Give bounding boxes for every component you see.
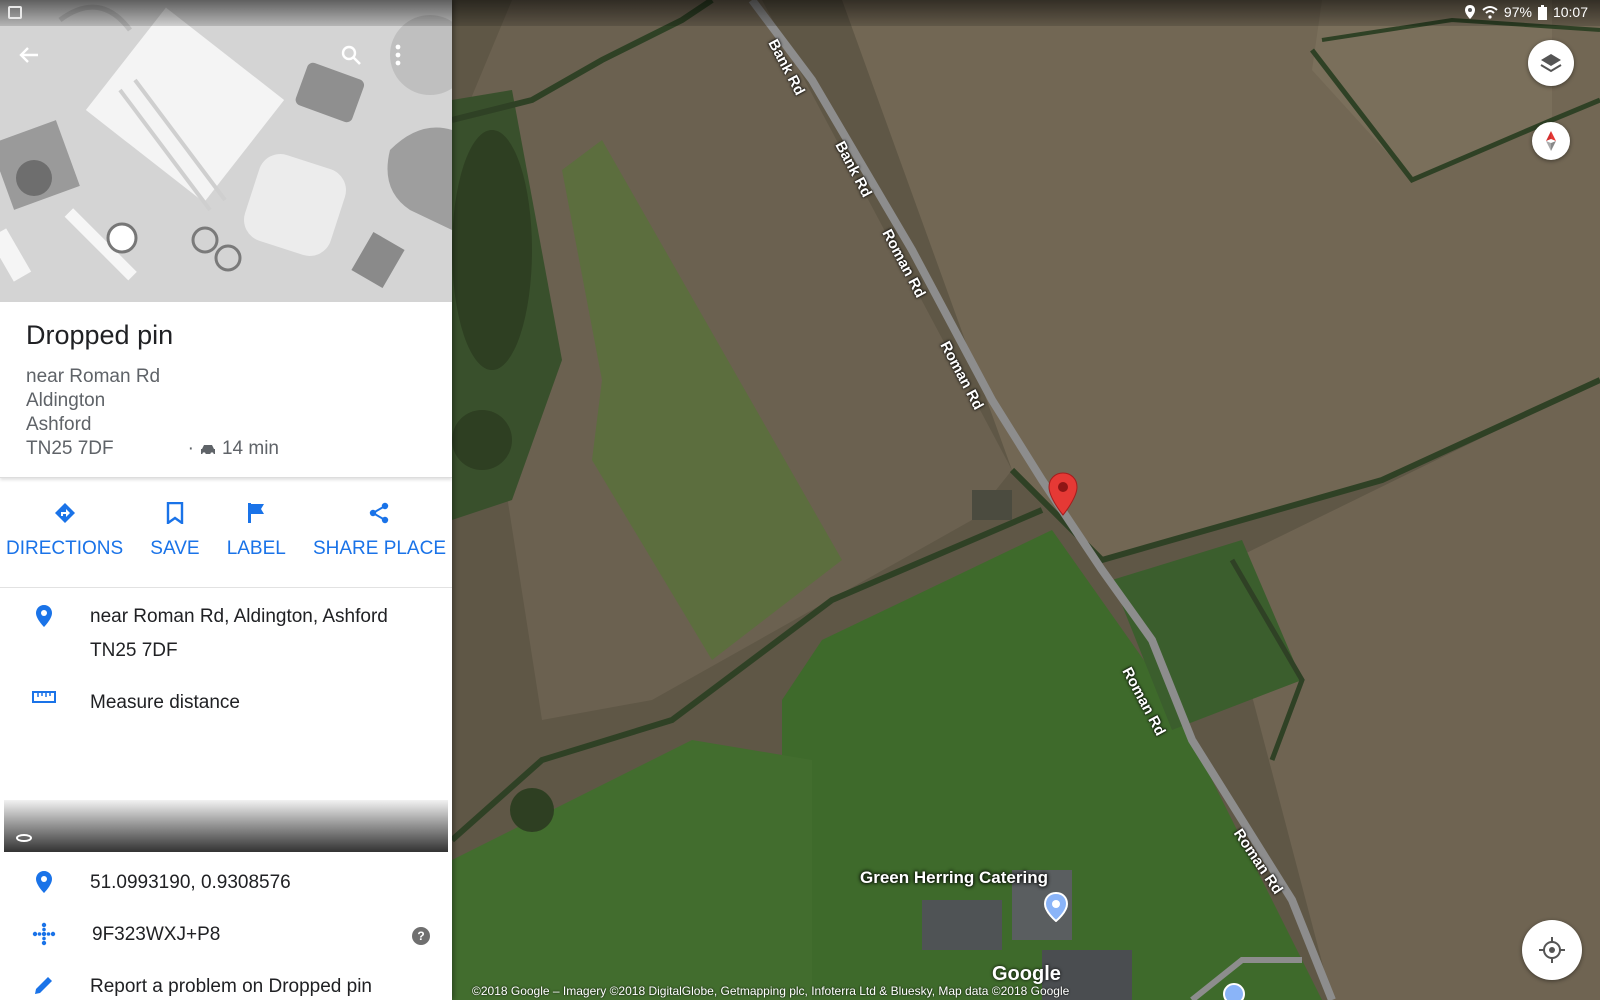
- poi-marker-icon[interactable]: [1222, 982, 1246, 1000]
- compass-button[interactable]: [1532, 122, 1570, 160]
- coordinates-row[interactable]: 51.0993190, 0.9308576: [0, 866, 452, 900]
- coordinates-value: 51.0993190, 0.9308576: [90, 872, 291, 893]
- directions-button[interactable]: DIRECTIONS: [6, 502, 123, 587]
- label-button[interactable]: LABEL: [227, 502, 286, 587]
- map-view[interactable]: Bank Rd Bank Rd Roman Rd Roman Rd Roman …: [452, 0, 1600, 1000]
- my-location-button[interactable]: [1522, 920, 1582, 980]
- plus-code-value: 9F323WXJ+P8: [92, 924, 221, 945]
- address-line: Aldington: [26, 390, 106, 411]
- separator-dot: ·: [187, 438, 194, 459]
- directions-icon: [54, 503, 75, 523]
- help-icon[interactable]: ?: [412, 927, 430, 945]
- wifi-icon: [1482, 6, 1498, 19]
- address-row[interactable]: near Roman Rd, Aldington, Ashford TN25 7…: [0, 600, 452, 668]
- search-icon: [341, 45, 361, 65]
- location-pin-icon: [36, 605, 52, 627]
- satellite-imagery: [452, 0, 1600, 1000]
- full-address-postcode: TN25 7DF: [90, 640, 178, 661]
- my-location-icon: [1539, 937, 1565, 963]
- more-options-button[interactable]: [394, 44, 434, 84]
- plus-code-icon: [32, 922, 56, 946]
- notification-icon: [8, 6, 22, 19]
- poi-marker-icon[interactable]: [1044, 892, 1068, 922]
- shopping-illustration: [0, 0, 452, 302]
- more-vert-icon: [395, 44, 401, 66]
- compass-icon: [1546, 131, 1556, 151]
- report-problem-label: Report a problem on Dropped pin: [90, 976, 373, 997]
- layers-button[interactable]: [1528, 40, 1574, 86]
- back-arrow-icon: [19, 47, 38, 63]
- status-bar: 97% 10:07: [0, 0, 1600, 26]
- report-problem-row[interactable]: Report a problem on Dropped pin: [0, 970, 452, 1000]
- action-label: LABEL: [226, 538, 286, 559]
- place-title: Dropped pin: [26, 320, 174, 350]
- action-bar: DIRECTIONS SAVE LABEL SHARE PLACE: [0, 478, 452, 588]
- map-attribution: ©2018 Google – Imagery ©2018 DigitalGlob…: [472, 984, 1070, 998]
- place-sheet: Dropped pin near Roman Rd Aldington Ashf…: [0, 0, 452, 1000]
- address-line: near Roman Rd: [26, 366, 161, 387]
- place-hero-illustration: [0, 0, 452, 302]
- flag-icon: [248, 503, 265, 523]
- location-pin-icon: [36, 871, 52, 893]
- location-status-icon: [1464, 5, 1475, 19]
- battery-percent: 97%: [1503, 4, 1532, 20]
- street-view-preview[interactable]: [4, 800, 448, 852]
- bookmark-icon: [166, 502, 184, 524]
- action-label: SAVE: [150, 538, 200, 559]
- place-info: Dropped pin near Roman Rd Aldington Ashf…: [0, 302, 452, 478]
- share-place-button[interactable]: SHARE PLACE: [313, 502, 446, 587]
- address-line: Ashford: [26, 414, 92, 435]
- clock: 10:07: [1552, 4, 1588, 20]
- measure-distance-row[interactable]: Measure distance: [0, 686, 452, 720]
- car-icon: [200, 444, 215, 456]
- share-icon: [370, 502, 389, 524]
- full-address-line: near Roman Rd, Aldington, Ashford: [90, 606, 388, 627]
- dropped-pin-icon[interactable]: [1048, 472, 1078, 516]
- street-view-360-icon: [16, 834, 32, 842]
- battery-icon: [1537, 4, 1547, 20]
- action-label: DIRECTIONS: [6, 538, 124, 559]
- edit-pencil-icon: [35, 977, 52, 994]
- travel-time-value: 14 min: [221, 438, 279, 459]
- layers-icon: [1540, 54, 1562, 73]
- ruler-icon: [32, 691, 56, 703]
- postcode: TN25 7DF: [26, 438, 114, 459]
- poi-label[interactable]: Green Herring Catering: [860, 868, 1048, 888]
- measure-distance-label: Measure distance: [90, 692, 240, 713]
- google-logo: Google: [992, 963, 1061, 985]
- back-button[interactable]: [18, 44, 58, 84]
- travel-time[interactable]: · 14 min: [188, 438, 279, 460]
- action-label: SHARE PLACE: [312, 538, 446, 559]
- search-button[interactable]: [340, 44, 380, 84]
- plus-code-row[interactable]: 9F323WXJ+P8 ?: [0, 918, 452, 952]
- save-button[interactable]: SAVE: [150, 502, 200, 587]
